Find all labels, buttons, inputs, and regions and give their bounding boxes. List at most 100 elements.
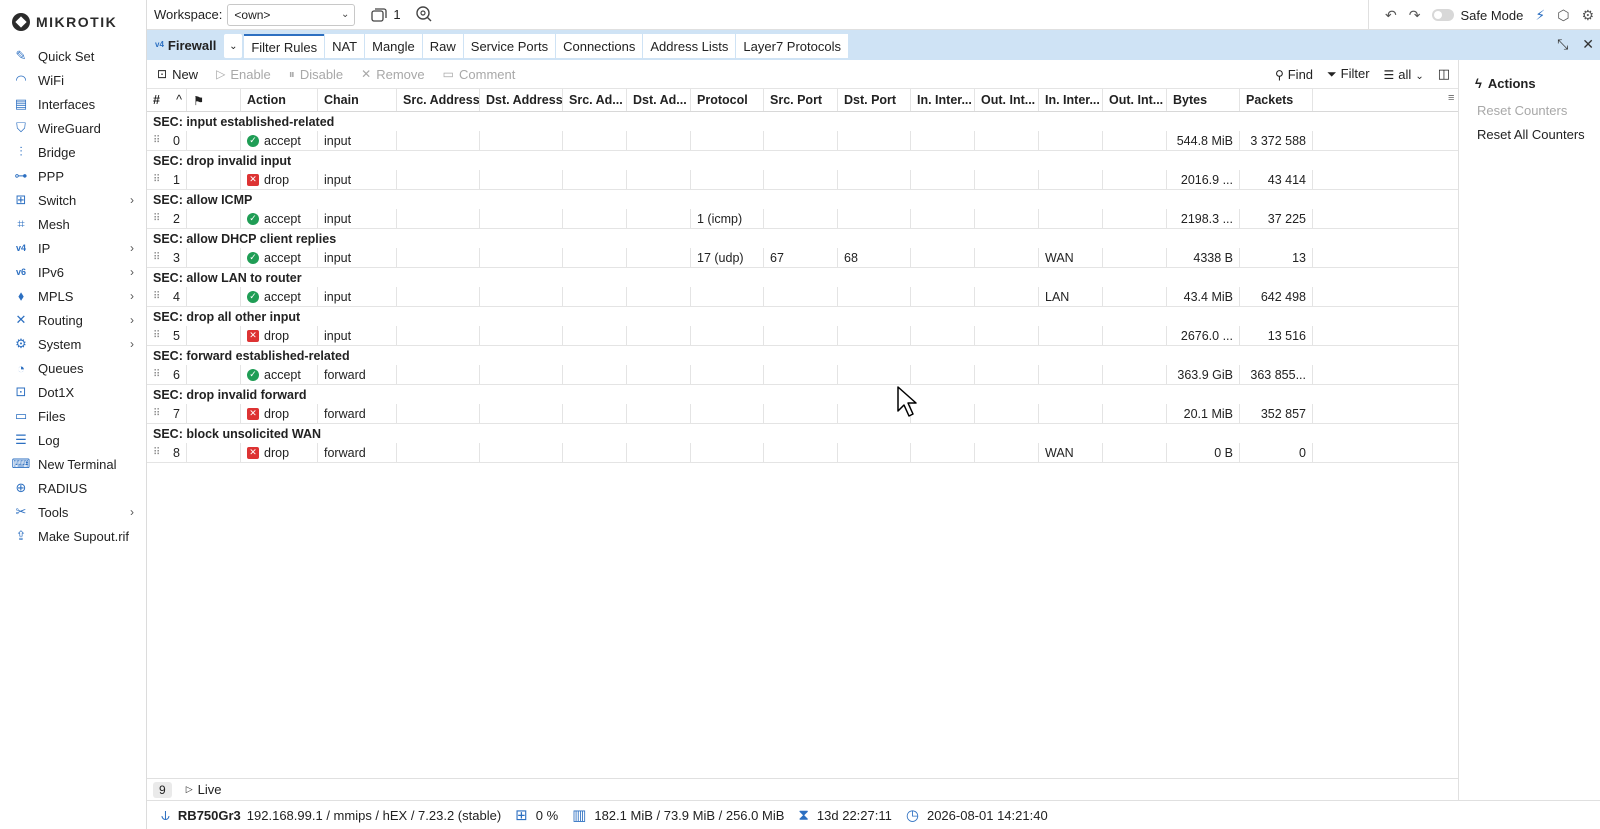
sidebar-item-mesh[interactable]: ⌗ Mesh	[0, 212, 146, 236]
disable-button[interactable]: ⏸ Disable	[289, 67, 343, 82]
enable-button[interactable]: ▷ Enable	[216, 67, 271, 82]
sidebar-item-tools[interactable]: ✂ Tools ›	[0, 500, 146, 524]
table-row[interactable]: SEC: allow LAN to router ⠿ 4 ✓ accept input LA…	[147, 268, 1458, 307]
column-header[interactable]: Out. Int...	[1103, 89, 1167, 111]
drag-handle-icon[interactable]: ⠿	[153, 447, 160, 458]
drag-handle-icon[interactable]: ⠿	[153, 174, 160, 185]
sidebar-item-log[interactable]: ☰ Log	[0, 428, 146, 452]
redo-icon[interactable]: ↷	[1409, 7, 1421, 24]
table-row[interactable]: SEC: allow ICMP ⠿ 2 ✓ accept input 1 (icmp) 219…	[147, 190, 1458, 229]
drag-handle-icon[interactable]: ⠿	[153, 408, 160, 419]
minimize-icon[interactable]: ⤡	[1557, 36, 1568, 53]
drag-handle-icon[interactable]: ⠿	[153, 291, 160, 302]
tab-mangle[interactable]: Mangle	[365, 34, 422, 58]
sidebar-item-files[interactable]: ▭ Files	[0, 404, 146, 428]
tab-nat[interactable]: NAT	[325, 34, 365, 58]
rule-src-port	[764, 443, 838, 462]
accept-check-icon: ✓	[247, 368, 259, 381]
sidebar-item-bridge[interactable]: ⫶ Bridge	[0, 140, 146, 164]
undo-icon[interactable]: ↶	[1385, 7, 1397, 24]
drag-handle-icon[interactable]: ⠿	[153, 135, 160, 146]
rule-protocol: 17 (udp)	[691, 248, 764, 267]
table-row[interactable]: SEC: input established-related ⠿ 0 ✓ accept i…	[147, 112, 1458, 151]
column-menu-icon[interactable]: ≡	[1448, 92, 1454, 104]
table-cell: ✕ drop	[241, 326, 318, 345]
find-button[interactable]: ⚲ Find	[1275, 67, 1313, 82]
drag-handle-icon[interactable]: ⠿	[153, 252, 160, 263]
column-header[interactable]: # ^	[147, 89, 187, 111]
close-icon[interactable]: ✕	[1582, 36, 1594, 53]
global-search-icon[interactable]	[415, 5, 432, 25]
drag-handle-icon[interactable]: ⠿	[153, 330, 160, 341]
sidebar-item-queues[interactable]: ◔ Queues	[0, 356, 146, 380]
sidebar-item-routing[interactable]: ✕ Routing ›	[0, 308, 146, 332]
tab-connections[interactable]: Connections	[556, 34, 643, 58]
tab-filter-rules[interactable]: Filter Rules	[244, 34, 325, 58]
table-row[interactable]: SEC: drop invalid input ⠿ 1 ✕ drop input 2016.…	[147, 151, 1458, 190]
filter-all-select[interactable]: ☰ all ⌄	[1384, 67, 1424, 82]
rule-dst-port: 68	[838, 248, 911, 267]
remove-button[interactable]: ✕ Remove	[361, 67, 424, 82]
sidebar-item-ip[interactable]: v4 IP ›	[0, 236, 146, 260]
reset-all-counters-button[interactable]: Reset All Counters	[1459, 127, 1600, 142]
sidebar-item-wireguard[interactable]: ⛉ WireGuard	[0, 116, 146, 140]
toggle-panel-icon[interactable]: ◫	[1438, 66, 1450, 82]
table-row[interactable]: SEC: block unsolicited WAN ⠿ 8 ✕ drop forward…	[147, 424, 1458, 463]
column-header[interactable]: Out. Int...	[975, 89, 1039, 111]
sidebar-item-ipv6[interactable]: v6 IPv6 ›	[0, 260, 146, 284]
column-header[interactable]: In. Inter...	[911, 89, 975, 111]
column-header[interactable]: Src. Port	[764, 89, 838, 111]
reset-counters-button[interactable]: Reset Counters	[1459, 103, 1600, 118]
column-header[interactable]: Bytes	[1167, 89, 1240, 111]
package-icon[interactable]: ⬡	[1557, 7, 1569, 24]
table-row[interactable]: SEC: drop invalid forward ⠿ 7 ✕ drop forward 2…	[147, 385, 1458, 424]
sidebar-item-make-supout-rif[interactable]: ⇪ Make Supout.rif	[0, 524, 146, 548]
top-bar: Workspace: <own> ⌄ 1 ↶ ↷ Safe Mode ⚡ ⬡ ⚙	[147, 0, 1600, 30]
column-header[interactable]: Src. Address	[397, 89, 480, 111]
window-count[interactable]: 1	[371, 7, 401, 22]
uptime-value: 13d 22:27:11	[816, 807, 892, 823]
tab-address-lists[interactable]: Address Lists	[643, 34, 736, 58]
column-header[interactable]: Src. Ad...	[563, 89, 627, 111]
table-cell	[627, 365, 691, 384]
column-header[interactable]: Dst. Port	[838, 89, 911, 111]
column-header-flag[interactable]: ⚑	[187, 89, 241, 111]
column-header[interactable]: Dst. Ad...	[627, 89, 691, 111]
sidebar-item-ppp[interactable]: ⊶ PPP	[0, 164, 146, 188]
table-row[interactable]: SEC: allow DHCP client replies ⠿ 3 ✓ accept i…	[147, 229, 1458, 268]
sidebar-item-system[interactable]: ⚙ System ›	[0, 332, 146, 356]
column-header[interactable]: In. Inter...	[1039, 89, 1103, 111]
column-header-label: Bytes	[1173, 93, 1208, 107]
sidebar-item-switch[interactable]: ⊞ Switch ›	[0, 188, 146, 212]
filter-button[interactable]: ⏷ Filter	[1327, 66, 1370, 82]
sidebar-item-dot1x[interactable]: ⊡ Dot1X	[0, 380, 146, 404]
tab-menu-dropdown[interactable]: ⌄	[224, 34, 243, 58]
sidebar-item-mpls[interactable]: ⬧ MPLS ›	[0, 284, 146, 308]
sidebar-item-new-terminal[interactable]: ⌨ New Terminal	[0, 452, 146, 476]
live-button[interactable]: ▷ Live	[186, 782, 222, 797]
sidebar-item-quick-set[interactable]: ✎ Quick Set	[0, 44, 146, 68]
tab-raw[interactable]: Raw	[422, 34, 463, 58]
workspace-select[interactable]: <own> ⌄	[227, 3, 356, 26]
sidebar-item-interfaces[interactable]: ▤ Interfaces	[0, 92, 146, 116]
safe-mode-toggle[interactable]	[1432, 9, 1455, 21]
tab-service-ports[interactable]: Service Ports	[463, 34, 556, 58]
drag-handle-icon[interactable]: ⠿	[153, 369, 160, 380]
drag-handle-icon[interactable]: ⠿	[153, 213, 160, 224]
tab-layer7-protocols[interactable]: Layer7 Protocols	[736, 34, 848, 58]
sidebar-item-radius[interactable]: ⊕ RADIUS	[0, 476, 146, 500]
table-row[interactable]: SEC: forward established-related ⠿ 6 ✓ accep…	[147, 346, 1458, 385]
enable-label: Enable	[230, 66, 271, 82]
column-header[interactable]: Protocol	[691, 89, 764, 111]
sidebar-item-wifi[interactable]: ◠ WiFi	[0, 68, 146, 92]
new-button[interactable]: ⊡ New	[157, 67, 198, 82]
table-row[interactable]: SEC: drop all other input ⠿ 5 ✕ drop input 267…	[147, 307, 1458, 346]
column-header[interactable]: Chain	[318, 89, 397, 111]
column-header[interactable]: Action	[241, 89, 318, 111]
comment-button[interactable]: ▭ Comment	[443, 67, 516, 82]
disconnect-icon[interactable]: ⚡	[1535, 7, 1545, 24]
column-header[interactable]: Dst. Address	[480, 89, 563, 111]
settings-gear-icon[interactable]: ⚙	[1581, 7, 1594, 24]
ip-icon: v4	[15, 243, 26, 253]
column-header[interactable]: Packets	[1240, 89, 1313, 111]
